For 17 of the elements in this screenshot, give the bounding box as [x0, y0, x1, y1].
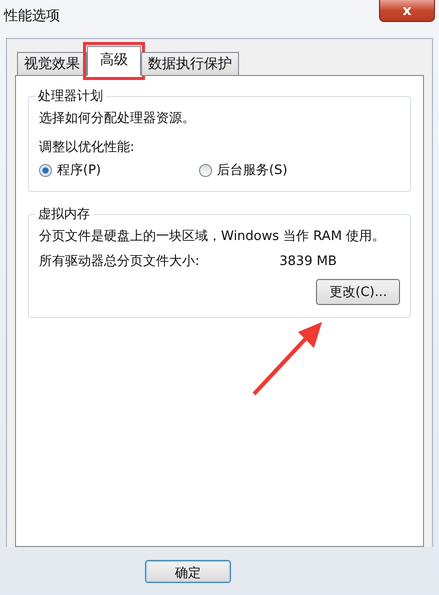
radio-option[interactable]: 后台服务(S) [199, 161, 359, 179]
ok-button[interactable]: 确定 [145, 560, 231, 582]
group-title: 虚拟内存 [35, 205, 93, 223]
radio-option[interactable]: 程序(P) [39, 161, 199, 179]
total-label: 所有驱动器总分页文件大小: [39, 254, 200, 269]
description-text: 选择如何分配处理器资源。 [39, 111, 196, 126]
close-button[interactable]: x [379, 0, 435, 22]
change-button[interactable]: 更改(C)... [316, 279, 400, 305]
group-title: 处理器计划 [35, 87, 106, 105]
description-text: 分页文件是硬盘上的一块区域，Windows 当作 RAM 使用。 [39, 229, 386, 244]
tab[interactable]: 数据执行保护 [141, 52, 239, 76]
window-title: 性能选项 [4, 7, 60, 25]
total-value: 3839 MB [279, 254, 337, 269]
radio-icon[interactable] [199, 164, 212, 176]
prompt-text: 调整以优化性能: [39, 140, 136, 155]
radio-icon[interactable] [39, 164, 52, 176]
tab[interactable]: 视觉效果 [17, 52, 87, 76]
